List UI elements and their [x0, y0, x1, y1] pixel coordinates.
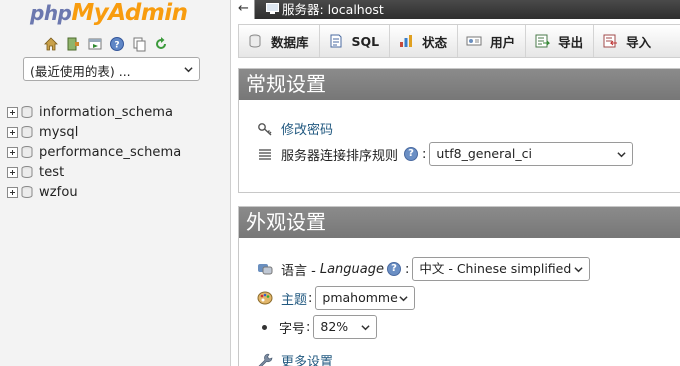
reload-icon[interactable]	[153, 36, 169, 52]
database-item[interactable]: mysql	[7, 122, 181, 142]
database-item[interactable]: test	[7, 162, 181, 182]
database-icon	[21, 186, 33, 198]
chevron-down-icon	[184, 67, 193, 73]
theme-select[interactable]: pmahomme	[315, 286, 416, 310]
more-settings-link[interactable]: 更多设置	[281, 351, 333, 366]
database-icon	[21, 166, 33, 178]
help-icon[interactable]: ?	[404, 147, 419, 161]
language-label-en: Language	[319, 261, 384, 277]
main-tabs: 数据库 SQL 状态 用户 导出 导入	[238, 24, 680, 58]
svg-text:?: ?	[114, 41, 119, 51]
main-panel: ← 服务器: localhost 数据库 SQL 状态 用户 导出 导入 常规设…	[233, 0, 680, 366]
home-icon[interactable]	[43, 36, 59, 52]
docs-icon[interactable]: ?	[109, 36, 125, 52]
database-icon	[21, 106, 33, 118]
tab-export[interactable]: 导出	[526, 25, 595, 57]
theme-link[interactable]: 主题	[281, 289, 307, 308]
chevron-down-icon	[361, 325, 371, 331]
recent-tables-select[interactable]: (最近使用的表) ...	[23, 57, 200, 81]
tab-status[interactable]: 状态	[390, 25, 459, 57]
change-password-row: 修改密码	[257, 119, 333, 138]
appearance-settings-panel: 外观设置 语言 - Language ? : 中文 - Chinese simp…	[238, 206, 680, 366]
language-icon	[258, 264, 273, 275]
database-icon	[21, 126, 33, 138]
expand-icon[interactable]	[7, 126, 18, 138]
chevron-down-icon	[617, 152, 627, 158]
section-title: 外观设置	[239, 207, 680, 238]
palette-icon	[257, 291, 273, 305]
nav-icon-bar: ?	[43, 36, 169, 52]
tab-databases[interactable]: 数据库	[239, 25, 320, 57]
server-icon	[266, 3, 279, 14]
status-icon	[400, 35, 413, 47]
font-size-row: 字号 : 82%	[257, 315, 378, 339]
font-size-label: 字号	[279, 321, 306, 337]
users-icon	[466, 36, 482, 46]
database-tree: information_schema mysql performance_sch…	[7, 102, 181, 202]
tab-import[interactable]: 导入	[594, 25, 661, 57]
tab-users[interactable]: 用户	[458, 25, 527, 57]
list-icon	[259, 149, 271, 160]
database-item[interactable]: wzfou	[7, 182, 181, 202]
chevron-down-icon	[574, 267, 583, 273]
collation-row: 服务器连接排序规则 ? : utf8_general_ci	[257, 142, 634, 166]
logout-icon[interactable]	[65, 36, 81, 52]
bullet-icon	[262, 324, 267, 330]
tab-sql[interactable]: SQL	[320, 25, 391, 57]
collapse-nav-button[interactable]: ←	[233, 0, 255, 19]
change-password-link[interactable]: 修改密码	[281, 119, 333, 138]
server-breadcrumb-bar: ← 服务器: localhost	[233, 0, 680, 19]
language-label: 语言 -	[281, 263, 316, 279]
import-icon	[603, 34, 618, 48]
expand-icon[interactable]	[7, 106, 18, 118]
chevron-down-icon	[399, 296, 409, 302]
navigation-panel: phpMyAdmin ? (最近使用的表) ... information_sc…	[0, 0, 231, 366]
database-icon	[21, 146, 33, 158]
wrench-icon	[258, 353, 273, 366]
language-select[interactable]: 中文 - Chinese simplified	[412, 257, 591, 281]
expand-icon[interactable]	[7, 146, 18, 158]
query-window-icon[interactable]	[87, 36, 103, 52]
key-icon	[258, 122, 272, 136]
expand-icon[interactable]	[7, 166, 18, 178]
export-icon	[535, 34, 551, 48]
collation-label: 服务器连接排序规则	[281, 148, 399, 164]
server-breadcrumb[interactable]: 服务器: localhost	[282, 1, 384, 18]
database-icon	[249, 34, 261, 48]
copy-icon[interactable]	[131, 36, 147, 52]
database-item[interactable]: performance_schema	[7, 142, 181, 162]
collation-select[interactable]: utf8_general_ci	[429, 142, 634, 166]
expand-icon[interactable]	[7, 186, 18, 198]
font-size-select[interactable]: 82%	[313, 315, 378, 339]
general-settings-panel: 常规设置 修改密码 服务器连接排序规则 ? : utf8_general_ci	[238, 68, 680, 193]
database-item[interactable]: information_schema	[7, 102, 181, 122]
theme-row: 主题 : pmahomme	[257, 286, 416, 310]
help-icon[interactable]: ?	[386, 262, 401, 276]
language-row: 语言 - Language ? : 中文 - Chinese simplifie…	[257, 257, 591, 281]
section-title: 常规设置	[239, 69, 680, 100]
more-settings-row: 更多设置	[257, 351, 333, 366]
phpmyadmin-logo[interactable]: phpMyAdmin	[30, 0, 188, 30]
sql-icon	[330, 34, 342, 48]
